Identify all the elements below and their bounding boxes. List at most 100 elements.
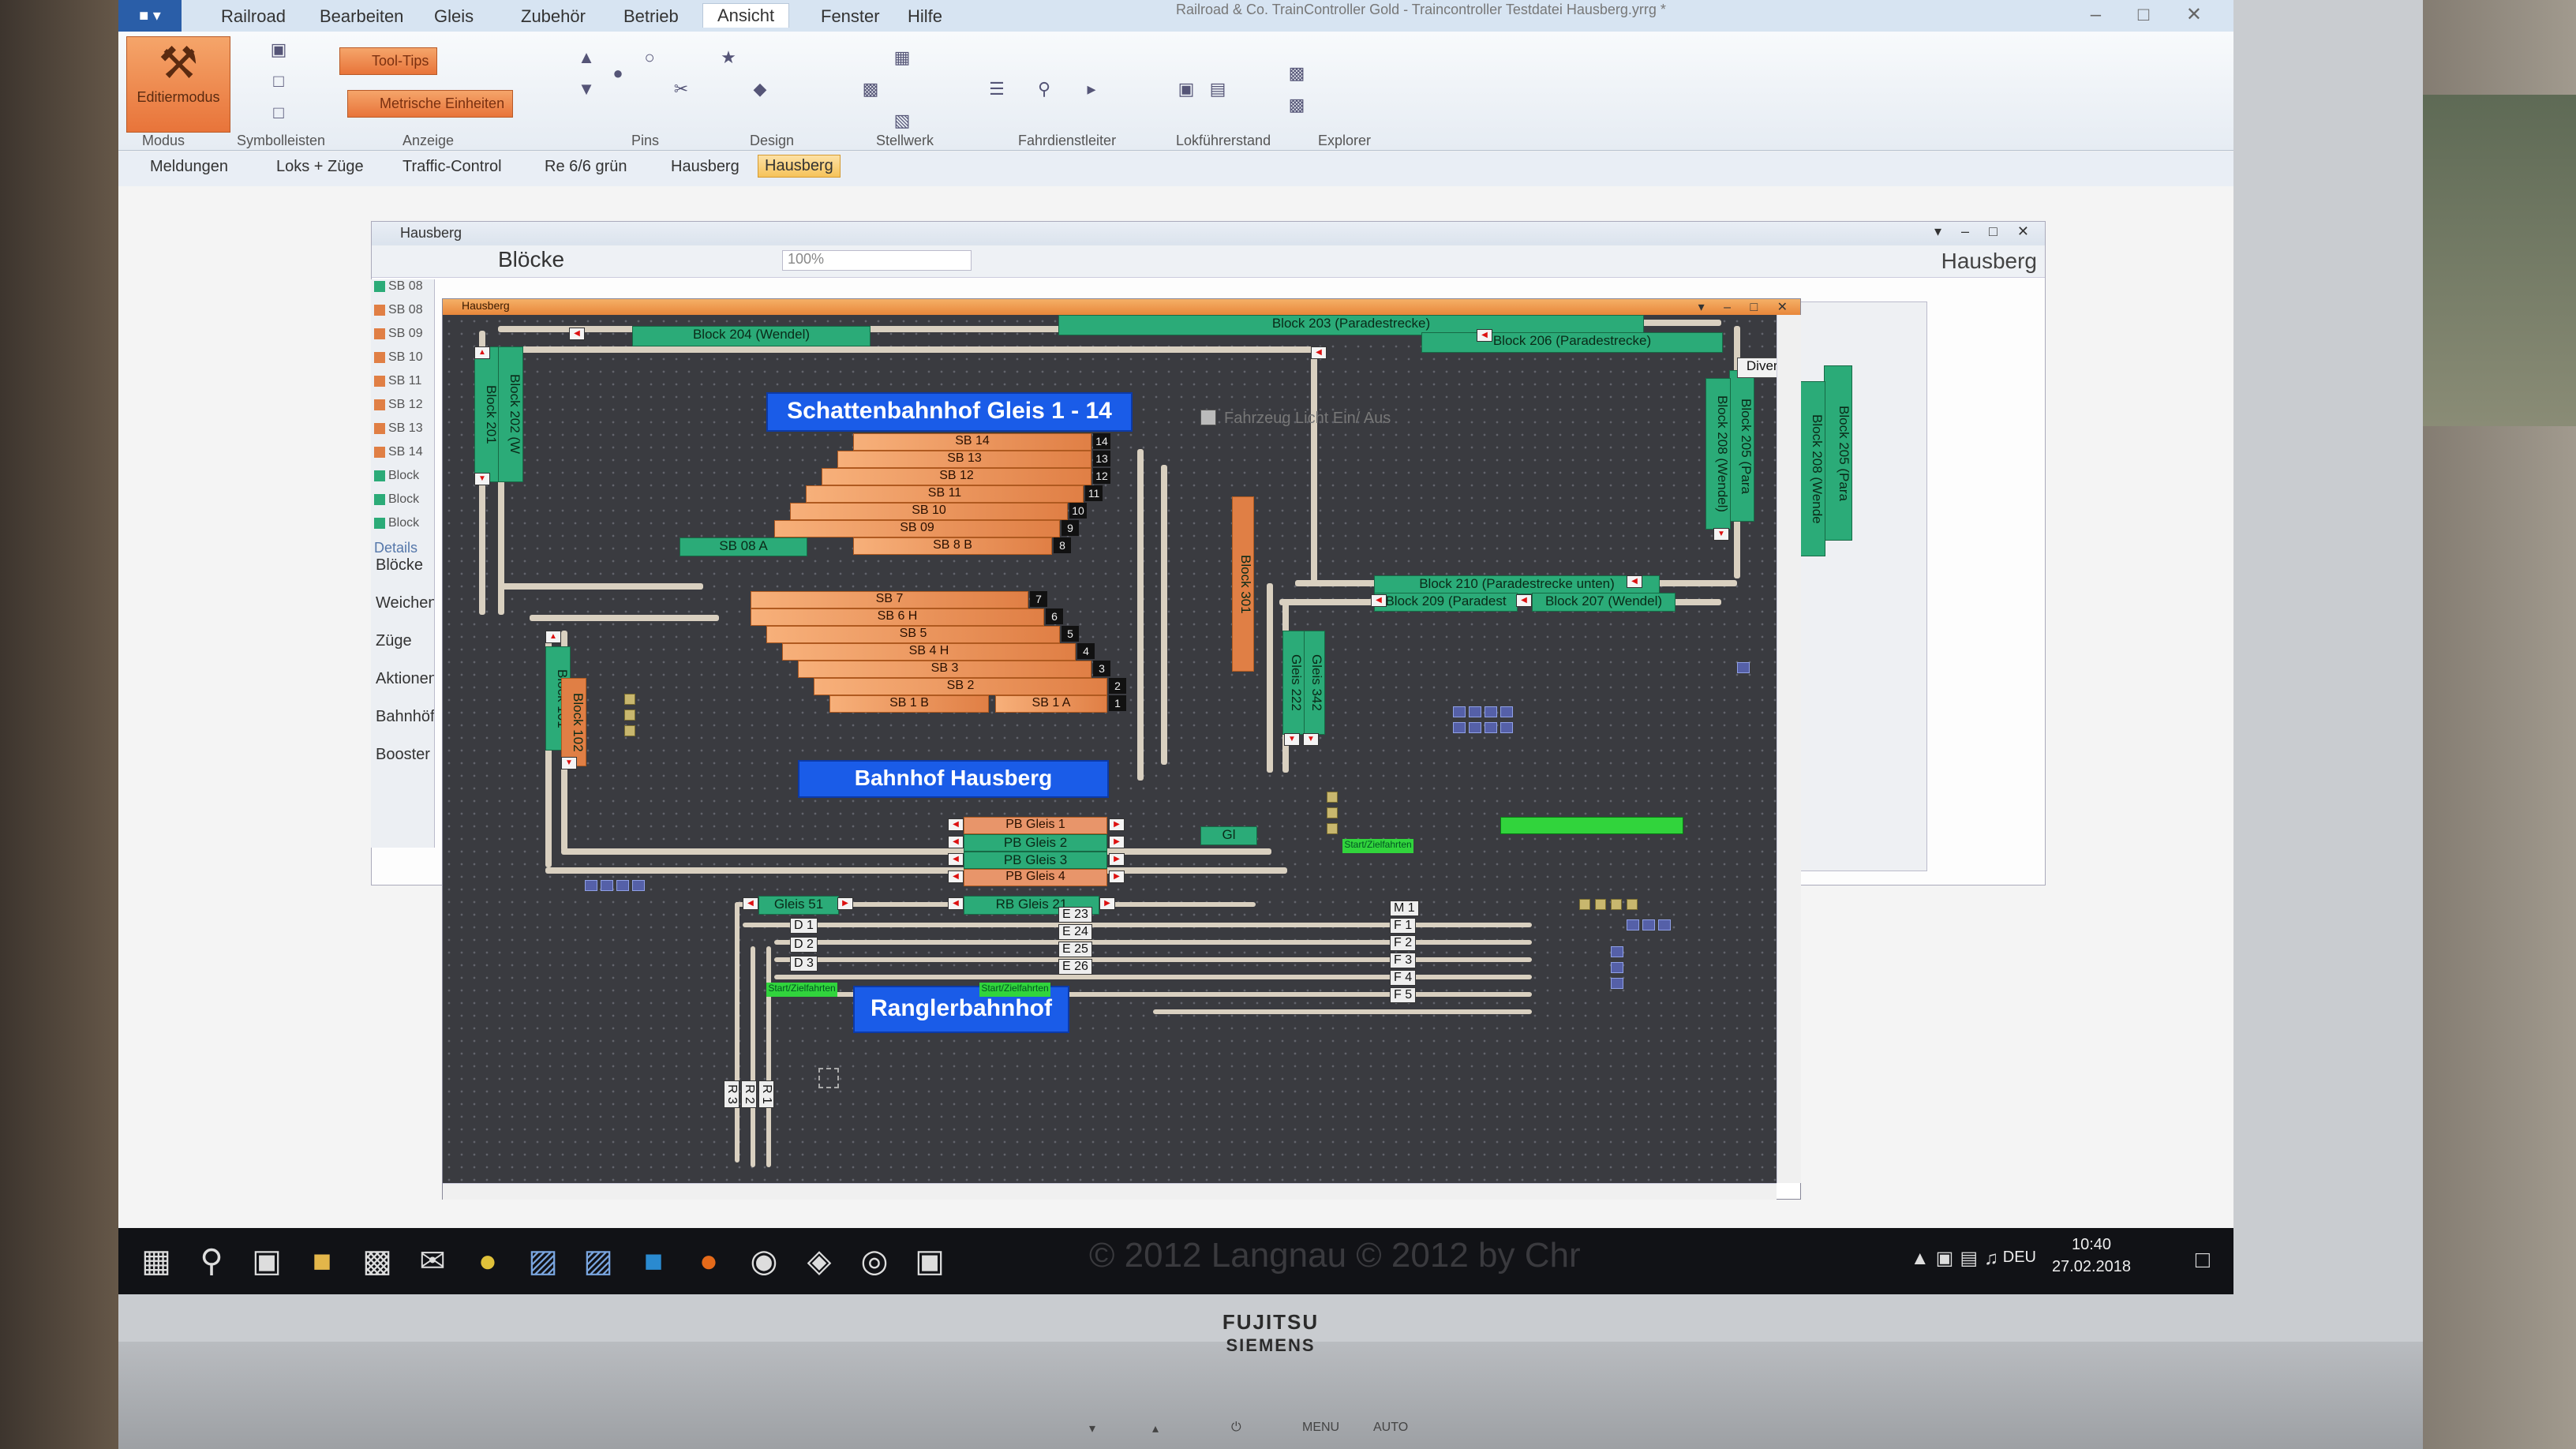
status-indicator[interactable] [1485, 722, 1497, 733]
status-indicator[interactable] [1611, 962, 1623, 973]
toolbar-icon[interactable]: ▣ [268, 39, 289, 60]
signal-icon[interactable]: ◀ [1516, 594, 1532, 607]
selection-marker-icon[interactable] [818, 1068, 839, 1088]
signal-icon[interactable]: ▼ [1284, 733, 1300, 746]
status-indicator[interactable] [601, 880, 613, 891]
tab-fenster[interactable]: Fenster [821, 6, 880, 27]
track-segment[interactable] [498, 583, 703, 590]
signal-icon[interactable]: ▼ [1303, 733, 1319, 746]
nav-aktionen[interactable]: Aktionen [371, 670, 434, 708]
tab-re66[interactable]: Re 6/6 grün [545, 158, 627, 176]
metric-units-button[interactable]: Metrische Einheiten [347, 90, 514, 118]
pin-icon[interactable]: ● [608, 63, 628, 84]
depot-e26[interactable]: E 26 [1058, 959, 1092, 975]
sb-12[interactable]: SB 12 [822, 468, 1091, 485]
depot-d3[interactable]: D 3 [790, 956, 818, 972]
block-208[interactable]: Block 208 (Wendel) [1705, 378, 1731, 530]
track-segment[interactable] [561, 848, 1271, 855]
signal-icon[interactable]: ▶ [1109, 871, 1125, 883]
list-item[interactable]: Block [371, 516, 434, 540]
pb-gleis-3[interactable]: PB Gleis 3 [964, 852, 1107, 869]
status-indicator[interactable] [1500, 706, 1513, 717]
monitor-power-button[interactable]: ⏻ [1231, 1421, 1241, 1435]
language-indicator[interactable]: DEU [2003, 1249, 2036, 1267]
dispatcher-icon[interactable]: ☰ [987, 79, 1007, 99]
status-indicator[interactable] [1453, 706, 1466, 717]
sb-14[interactable]: SB 14 [853, 433, 1091, 451]
scissors-icon[interactable]: ✂ [671, 79, 691, 99]
status-indicator[interactable] [1611, 899, 1622, 910]
status-indicator[interactable] [632, 880, 645, 891]
gleis-342[interactable]: Gleis 342 [1303, 631, 1325, 735]
list-item[interactable]: SB 12 [371, 398, 434, 421]
app1-icon[interactable]: ◉ [742, 1239, 786, 1283]
pb-gleis-2[interactable]: PB Gleis 2 [964, 834, 1107, 852]
track-segment[interactable] [1161, 465, 1167, 765]
status-indicator[interactable] [1611, 946, 1623, 957]
status-indicator[interactable] [1500, 722, 1513, 733]
block-207[interactable]: Block 207 (Wendel) [1532, 593, 1676, 612]
status-indicator[interactable] [1642, 919, 1655, 930]
status-indicator[interactable] [1627, 899, 1638, 910]
signal-icon[interactable]: ◀ [948, 853, 964, 866]
signal-icon[interactable]: ◀ [1477, 329, 1492, 342]
explorer-icon[interactable]: ▩ [1286, 63, 1307, 84]
depot-e23[interactable]: E 23 [1058, 907, 1092, 923]
window-controls[interactable]: – □ ✕ [2091, 3, 2218, 26]
monitor-auto-button[interactable]: AUTO [1373, 1421, 1408, 1435]
status-indicator[interactable] [1737, 662, 1750, 673]
sb-13[interactable]: SB 13 [837, 451, 1091, 468]
block-205-right[interactable]: Block 205 (Para [1824, 365, 1852, 541]
explorer-icon[interactable]: ■ [300, 1239, 344, 1283]
depot-r2[interactable]: R 2 [741, 1080, 757, 1108]
monitor-button-up[interactable]: ▴ [1152, 1421, 1159, 1436]
status-indicator[interactable] [585, 880, 597, 891]
toolbar-icon[interactable]: □ [268, 103, 289, 123]
edit-mode-button[interactable]: ⚒ Editiermodus [126, 36, 230, 133]
signal-icon[interactable]: ▼ [561, 757, 577, 769]
tab-railroad[interactable]: Railroad [221, 6, 286, 27]
cab-icon[interactable]: ▣ [1176, 79, 1196, 99]
track-segment[interactable] [766, 946, 771, 1167]
status-indicator[interactable] [1658, 919, 1671, 930]
stellwerk-icon[interactable]: ▧ [892, 110, 912, 131]
list-item[interactable]: SB 09 [371, 327, 434, 350]
track-segment[interactable] [774, 957, 1532, 962]
chrome-icon[interactable]: ● [466, 1239, 510, 1283]
horizontal-scrollbar[interactable] [443, 1183, 1777, 1200]
windows-icon[interactable]: ▦ [134, 1239, 178, 1283]
status-indicator[interactable] [616, 880, 629, 891]
nav-booster[interactable]: Booster [371, 746, 434, 784]
dispatcher-icon[interactable]: ▸ [1081, 79, 1102, 99]
signal-icon[interactable]: ▶ [1099, 897, 1115, 910]
track-segment[interactable] [1311, 346, 1317, 583]
status-indicator[interactable] [624, 710, 635, 721]
status-indicator[interactable] [1327, 792, 1338, 803]
block-window-titlebar[interactable]: Hausberg ▾ – □ ✕ [372, 222, 2045, 245]
signal-icon[interactable]: ◀ [1371, 594, 1387, 607]
depot-r3[interactable]: R 3 [724, 1080, 739, 1108]
pb-gleis-4[interactable]: PB Gleis 4 [964, 869, 1107, 886]
status-indicator[interactable] [1579, 899, 1590, 910]
signal-icon[interactable]: ▲ [545, 631, 561, 643]
tab-loks-zuege[interactable]: Loks + Züge [276, 158, 364, 176]
status-indicator[interactable] [1469, 722, 1481, 733]
depot-f1[interactable]: F 1 [1390, 918, 1417, 934]
zoom-icon[interactable]: ⚲ [1034, 79, 1054, 99]
depot-e24[interactable]: E 24 [1058, 924, 1092, 940]
gleis-222[interactable]: Gleis 222 [1282, 631, 1305, 735]
esu-icon[interactable]: ■ [631, 1239, 676, 1283]
status-indicator[interactable] [1453, 722, 1466, 733]
block-gl[interactable]: Gl [1200, 826, 1257, 845]
block-102[interactable]: Block 102 [561, 678, 586, 766]
track-window-titlebar[interactable]: Hausberg ▾ – □ ✕ [443, 299, 1800, 315]
signal-icon[interactable]: ◀ [1627, 575, 1642, 588]
app2-icon[interactable]: ◈ [797, 1239, 841, 1283]
traincontroller-icon[interactable]: ▨ [521, 1239, 565, 1283]
notification-icon[interactable]: □ [2196, 1247, 2210, 1274]
nav-weichen[interactable]: Weichen [371, 594, 434, 632]
list-item[interactable]: Block [371, 469, 434, 492]
depot-e25[interactable]: E 25 [1058, 942, 1092, 957]
depot-m1[interactable]: M 1 [1390, 900, 1419, 916]
list-item[interactable]: SB 08 [371, 303, 434, 327]
